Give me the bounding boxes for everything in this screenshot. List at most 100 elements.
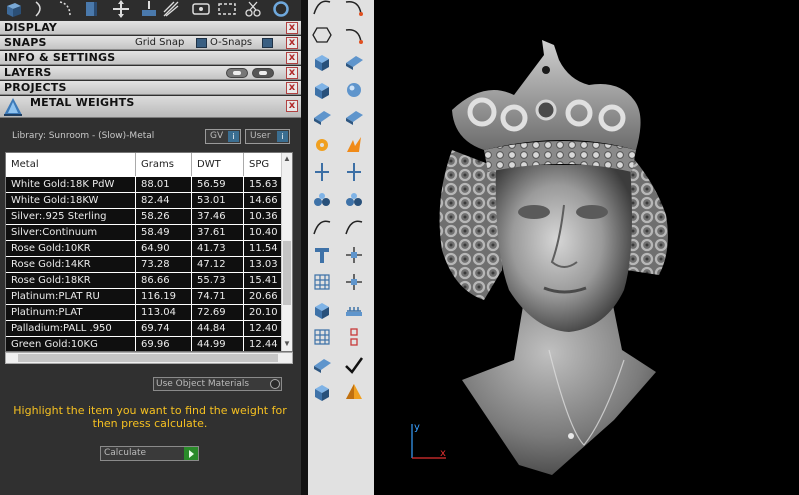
connect-points-icon[interactable]	[343, 189, 365, 211]
pyramid-icon[interactable]	[343, 381, 365, 403]
col-dwt[interactable]: DWT	[192, 153, 244, 176]
gv-select[interactable]: GV i	[205, 129, 241, 144]
section-projects[interactable]: PROJECTS x	[0, 81, 301, 95]
checkmark-icon[interactable]	[343, 354, 365, 376]
close-metal-weights-icon[interactable]: x	[286, 100, 298, 112]
spheres-icon[interactable]	[311, 189, 333, 211]
array-icon[interactable]	[311, 271, 333, 293]
table-row[interactable]: Silver:.925 Sterling 58.26 37.46 10.36	[6, 209, 282, 225]
split-icon[interactable]	[311, 161, 333, 183]
panel-divider[interactable]	[301, 0, 308, 495]
close-layers-icon[interactable]: x	[286, 67, 298, 79]
table-row[interactable]: Rose Gold:18KR 86.66 55.73 15.41	[6, 273, 282, 289]
section-layers[interactable]: LAYERS x	[0, 66, 301, 80]
section-display[interactable]: DISPLAY x	[0, 21, 301, 35]
table-row[interactable]: Rose Gold:10KR 64.90 41.73 11.54	[6, 241, 282, 257]
metal-weights-header[interactable]: METAL WEIGHTS x	[0, 96, 301, 118]
horizontal-scrollbar[interactable]	[5, 352, 293, 364]
vertical-scrollbar[interactable]: ▲ ▼	[281, 153, 292, 351]
play-arrow-icon	[184, 447, 198, 460]
metal-table[interactable]: Metal Grams DWT SPG White Gold:18K PdW 88…	[5, 152, 293, 352]
scroll-up-icon[interactable]: ▲	[282, 154, 292, 164]
axis-y-label: y	[414, 422, 420, 433]
table-row[interactable]: Rose Gold:14KR 73.28 47.12 13.03	[6, 257, 282, 273]
table-row[interactable]: Green Gold:10KG 69.96 44.99 12.44	[6, 337, 282, 351]
text-tool-icon[interactable]	[311, 244, 333, 266]
layers-lock-toggle[interactable]	[226, 68, 248, 78]
section-layers-title: LAYERS	[4, 66, 52, 79]
column-icon[interactable]	[80, 0, 102, 18]
cone-icon[interactable]	[311, 381, 333, 403]
group-icon[interactable]	[190, 0, 212, 18]
project-icon[interactable]	[343, 271, 365, 293]
scroll-down-icon[interactable]: ▼	[282, 339, 292, 349]
gear-tool-icon[interactable]	[311, 134, 333, 156]
cube-icon[interactable]	[311, 299, 333, 321]
dwt-cell: 41.73	[192, 241, 244, 256]
section-info-settings[interactable]: INFO & SETTINGS x	[0, 51, 301, 65]
grid-array-icon[interactable]	[311, 326, 333, 348]
pipes-icon[interactable]	[343, 299, 365, 321]
spg-cell: 13.03	[244, 257, 282, 272]
revolve-icon[interactable]	[343, 51, 365, 73]
use-object-materials-radio[interactable]	[270, 379, 280, 389]
burst-icon[interactable]	[160, 0, 182, 18]
extend-icon[interactable]	[343, 161, 365, 183]
fire-render-icon[interactable]	[343, 134, 365, 156]
user-select[interactable]: User i	[245, 129, 290, 144]
col-metal[interactable]: Metal	[6, 153, 136, 176]
close-info-settings-icon[interactable]: x	[286, 52, 298, 64]
table-row[interactable]: Silver:Continuum 58.49 37.61 10.40	[6, 225, 282, 241]
dwt-cell: 55.73	[192, 273, 244, 288]
viewport-3d[interactable]: y x	[374, 0, 799, 495]
rotate-copy-icon[interactable]	[343, 216, 365, 238]
table-row[interactable]: Palladium:PALL .950 69.74 44.84 12.40	[6, 321, 282, 337]
curve-icon[interactable]	[30, 0, 52, 18]
close-display-icon[interactable]: x	[286, 22, 298, 34]
arc-dotted-icon[interactable]	[56, 0, 78, 18]
circle-icon[interactable]	[270, 0, 292, 18]
metal-cell: Rose Gold:10KR	[6, 241, 136, 256]
table-row[interactable]: White Gold:18KW 82.44 53.01 14.66	[6, 193, 282, 209]
scissors-icon[interactable]	[242, 0, 264, 18]
use-object-materials-option[interactable]: Use Object Materials	[153, 377, 282, 391]
close-projects-icon[interactable]: x	[286, 82, 298, 94]
vertical-scroll-thumb[interactable]	[283, 241, 291, 305]
arc-tool-icon[interactable]	[343, 0, 365, 18]
col-grams[interactable]: Grams	[136, 153, 192, 176]
surface-icon[interactable]	[343, 106, 365, 128]
curve-tool-icon[interactable]	[311, 0, 333, 18]
dwt-cell: 44.99	[192, 337, 244, 351]
move-icon[interactable]	[343, 244, 365, 266]
section-snaps[interactable]: SNAPS Grid Snap O-Snaps x	[0, 36, 301, 50]
grams-cell: 69.74	[136, 321, 192, 336]
cylinder-icon[interactable]	[311, 106, 333, 128]
table-row[interactable]: White Gold:18K PdW 88.01 56.59 15.63	[6, 177, 282, 193]
boolean-icon[interactable]	[343, 79, 365, 101]
metal-cell: Rose Gold:18KR	[6, 273, 136, 288]
rebuild-curve-icon[interactable]	[311, 216, 333, 238]
dwt-cell: 72.69	[192, 305, 244, 320]
cylinder-slice-icon[interactable]	[311, 354, 333, 376]
horizontal-scroll-thumb[interactable]	[18, 354, 278, 362]
ungroup-icon[interactable]	[216, 0, 238, 18]
chain-icon[interactable]	[343, 326, 365, 348]
drop-down-icon[interactable]	[138, 0, 160, 18]
table-row[interactable]: Platinum:PLAT RU 116.19 74.71 20.66	[6, 289, 282, 305]
layers-eye-icon[interactable]	[252, 68, 274, 78]
gv-label: GV	[210, 131, 224, 141]
spg-cell: 12.44	[244, 337, 282, 351]
table-row[interactable]: Platinum:PLAT 113.04 72.69 20.10	[6, 305, 282, 321]
box-solid-icon[interactable]	[311, 79, 333, 101]
close-snaps-icon[interactable]: x	[286, 37, 298, 49]
o-snaps-toggle[interactable]	[262, 38, 273, 48]
crown-body	[452, 40, 641, 150]
grid-snap-toggle[interactable]	[196, 38, 207, 48]
move-cross-icon[interactable]	[110, 0, 132, 18]
col-spg[interactable]: SPG	[244, 153, 282, 176]
offset-points-icon[interactable]	[311, 51, 333, 73]
polygon-icon[interactable]	[311, 24, 333, 46]
calculate-button[interactable]: Calculate	[100, 446, 199, 461]
cube-icon[interactable]	[2, 0, 24, 18]
arc-3pt-icon[interactable]	[343, 24, 365, 46]
